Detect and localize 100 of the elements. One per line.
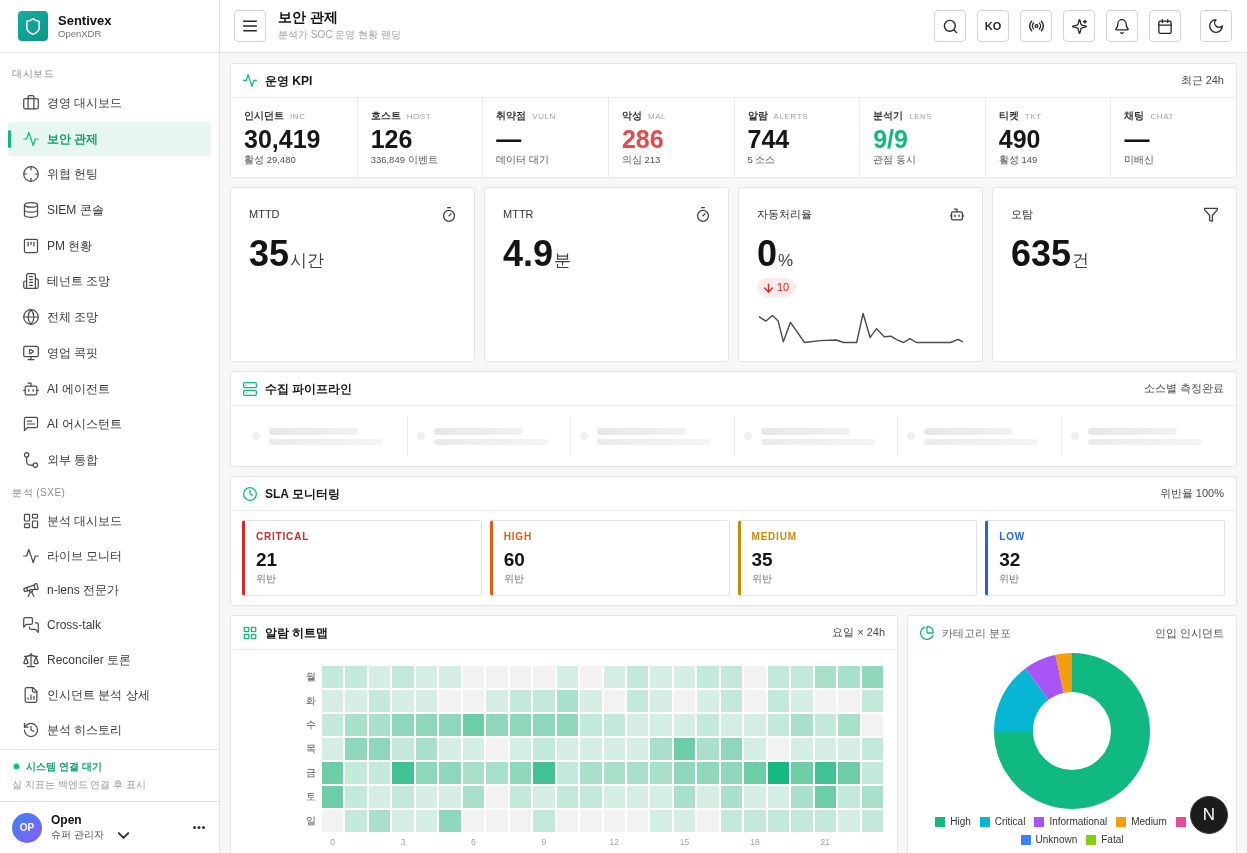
legend-label: High (950, 816, 971, 828)
legend-label: Medium (1131, 816, 1167, 828)
theme-button[interactable] (1200, 10, 1232, 42)
status-label: 시스템 연결 대기 (26, 760, 102, 773)
kpi-label: 알람 (747, 110, 768, 122)
section-label: 대시보드 (11, 66, 55, 81)
kpi-code: CHAT (1150, 111, 1174, 123)
day-label: 금 (305, 765, 317, 780)
sidebar-item[interactable]: AI 에이전트 (8, 371, 211, 406)
legend-label: Unknown (1035, 834, 1078, 846)
kpi-code: INC (290, 111, 306, 123)
notification-button[interactable] (1106, 10, 1138, 42)
sidebar-item[interactable]: 분석 대시보드 (8, 503, 211, 538)
panel-note: 위반율 100% (1159, 486, 1224, 502)
assistant-button[interactable] (1063, 10, 1095, 42)
clock-icon (243, 486, 257, 501)
status-dot-icon (12, 762, 21, 771)
severity-label: HIGH (503, 531, 533, 543)
kpi-code: TKT (1024, 111, 1042, 123)
sidebar-item[interactable]: 라이브 모니터 (8, 538, 211, 573)
moon-icon (1209, 19, 1223, 33)
kpi-code: HOST (406, 111, 432, 123)
sidebar-item[interactable]: n-lens 전문가 (8, 573, 211, 608)
kpi-label: 티켓 (998, 110, 1019, 122)
metric-value: 0 (757, 234, 778, 274)
search-button[interactable] (934, 10, 966, 42)
sidebar-item[interactable]: PM 현황 (8, 228, 211, 263)
metric-unit: 시간 (290, 250, 325, 272)
sidebar-item[interactable]: Reconciler 토론 (8, 643, 211, 678)
logo-icon (18, 11, 48, 41)
pie-chart-icon (920, 626, 934, 640)
language-button[interactable]: KO (977, 10, 1009, 42)
kpi-code: VULN (532, 111, 556, 123)
scale-icon (23, 652, 39, 669)
day-label: 토 (305, 789, 317, 804)
sidebar-item[interactable]: AI 어시스턴트 (8, 407, 211, 442)
panel-note: 소스별 측정완료 (1143, 381, 1224, 397)
metric-unit: % (778, 250, 794, 272)
history-icon (23, 721, 39, 738)
sidebar-item[interactable]: 테넌트 조망 (8, 264, 211, 299)
day-label: 화 (305, 693, 317, 708)
grid-icon (243, 625, 257, 640)
kpi-label: 분석기 (873, 110, 904, 122)
telescope-icon (23, 582, 39, 599)
briefcase-icon (23, 95, 39, 111)
sidebar-item[interactable]: 외부 통합 (8, 442, 211, 477)
kpi-value: — (1124, 126, 1151, 152)
kpi-subtext: 활성 149 (998, 154, 1039, 166)
chat-bubbles-icon (23, 617, 39, 634)
kpi-subtext: 데이터 대기 (496, 154, 550, 166)
trend-value: 10 (777, 281, 790, 294)
kpi-subtext: 5 소스 (747, 154, 777, 166)
kpi-subtext: 관점 동시 (873, 154, 917, 166)
user-avatar: OP (12, 812, 42, 843)
violation-count: 32 (999, 549, 1022, 571)
sidebar-item[interactable]: 인시던트 분석 상세 (8, 677, 211, 712)
sidebar-item[interactable]: 전체 조망 (8, 300, 211, 335)
sidebar-item[interactable]: 분석 히스토리 (8, 712, 211, 747)
pulse-icon (243, 74, 257, 87)
message-icon (23, 416, 39, 433)
legend-label: Critical (994, 816, 1026, 828)
pulse-icon (23, 547, 39, 564)
panel-title: SLA 모니터링 (265, 485, 340, 503)
kpi-label: 취약점 (496, 110, 527, 122)
calendar-icon (1158, 18, 1172, 34)
file-chart-icon (23, 686, 39, 703)
more-button[interactable] (193, 826, 205, 829)
robot-icon (950, 207, 964, 222)
day-label: 수 (305, 717, 317, 732)
kanban-icon (23, 237, 39, 254)
sidebar-item[interactable]: 경영 대시보드 (8, 86, 211, 120)
metric-value: 35 (249, 234, 290, 274)
chevron-down-icon (117, 831, 129, 839)
menu-button[interactable] (234, 10, 266, 42)
hour-tick: 21 (819, 836, 832, 848)
sidebar-item[interactable]: 영업 콕핏 (8, 335, 211, 370)
broadcast-button[interactable] (1020, 10, 1052, 42)
panel-note: 인입 인시던트 (1154, 625, 1224, 641)
monitor-icon (23, 344, 39, 361)
kpi-code: LENS (909, 111, 933, 123)
violation-count: 35 (751, 549, 774, 571)
panel-title: 수집 파이프라인 (265, 380, 353, 398)
user-menu-button[interactable] (117, 831, 129, 839)
sidebar-item[interactable]: 위협 헌팅 (8, 157, 211, 192)
sidebar-item[interactable]: Cross-talk (8, 608, 211, 643)
sidebar-item[interactable]: SIEM 콘솔 (8, 193, 211, 228)
page-title: 보안 관제 (278, 8, 339, 26)
metric-value: 635 (1011, 234, 1072, 274)
kpi-label: 인시던트 (244, 110, 284, 122)
violation-count: 21 (256, 549, 279, 571)
metric-unit: 분 (554, 250, 572, 272)
robot-icon (23, 380, 39, 397)
kpi-code: ALERTS (773, 111, 809, 123)
kpi-label: 호스트 (370, 110, 401, 122)
violation-note: 위반 (999, 572, 1021, 585)
kpi-value: 126 (370, 126, 414, 152)
stopwatch-icon (696, 207, 710, 222)
kpi-value: — (496, 126, 523, 152)
brand-name: Sentivex (58, 12, 112, 28)
calendar-button[interactable] (1149, 10, 1181, 42)
